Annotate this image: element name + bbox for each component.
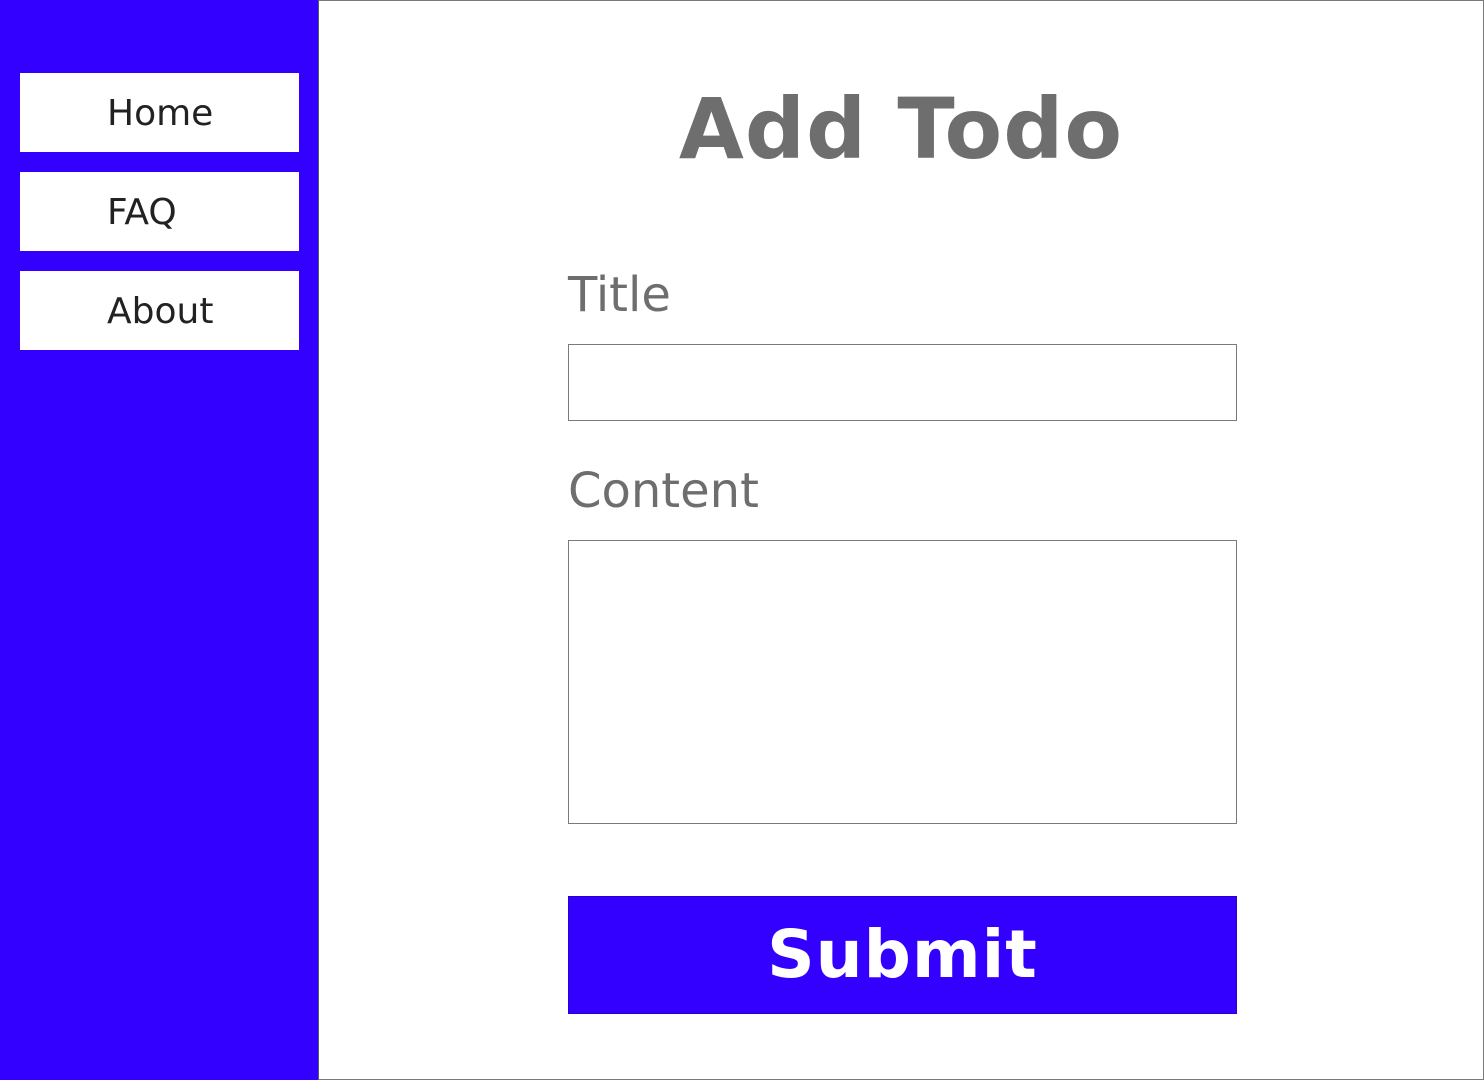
title-label: Title <box>568 267 671 323</box>
submit-button[interactable]: Submit <box>568 896 1237 1014</box>
sidebar-item-about[interactable]: About <box>20 271 299 350</box>
sidebar-item-home[interactable]: Home <box>20 73 299 152</box>
sidebar-item-label: Home <box>107 93 214 134</box>
sidebar-item-label: FAQ <box>107 192 177 233</box>
sidebar: Home FAQ About <box>0 0 318 1080</box>
content-label: Content <box>568 463 759 519</box>
app-window: Home FAQ About Add Todo Title Content Su… <box>0 0 1484 1080</box>
title-input[interactable] <box>568 344 1237 421</box>
content-textarea[interactable] <box>568 540 1237 824</box>
sidebar-item-faq[interactable]: FAQ <box>20 172 299 251</box>
main-content: Add Todo Title Content Submit <box>318 0 1484 1080</box>
sidebar-item-label: About <box>107 291 214 332</box>
page-title: Add Todo <box>678 80 1124 178</box>
